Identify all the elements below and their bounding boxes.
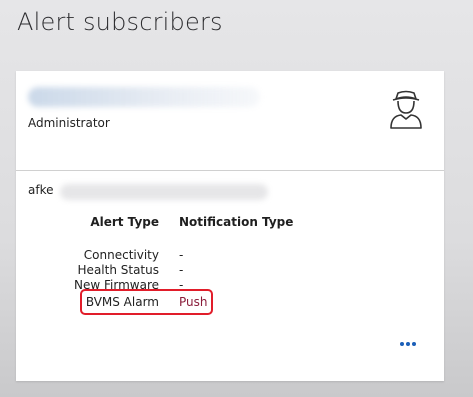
alert-type: Connectivity: [83, 248, 159, 262]
redacted-name: [28, 87, 260, 107]
alert-type: Health Status: [77, 263, 159, 277]
notification-value: -: [179, 263, 184, 277]
dot: [412, 342, 416, 346]
user-hat-icon: [390, 90, 422, 129]
dot: [406, 342, 410, 346]
header-notification-type: Notification Type: [179, 215, 294, 229]
highlight-box: [80, 289, 213, 315]
subscriber-email: afke: [28, 183, 268, 200]
redacted-email: [60, 184, 268, 200]
subscriber-card: Administrator afke Alert Type Notificati…: [16, 71, 444, 381]
notification-value: -: [179, 248, 184, 262]
header-alert-type: Alert Type: [90, 215, 159, 229]
subscriber-role: Administrator: [28, 116, 110, 130]
ellipsis-icon[interactable]: [398, 339, 418, 349]
dot: [400, 342, 404, 346]
page-title: Alert subscribers: [17, 8, 223, 36]
alert-row-health-status: Health Status -: [16, 263, 444, 278]
email-prefix: afke: [28, 183, 54, 197]
card-header: Administrator: [16, 71, 444, 171]
alert-row-connectivity: Connectivity -: [16, 248, 444, 263]
